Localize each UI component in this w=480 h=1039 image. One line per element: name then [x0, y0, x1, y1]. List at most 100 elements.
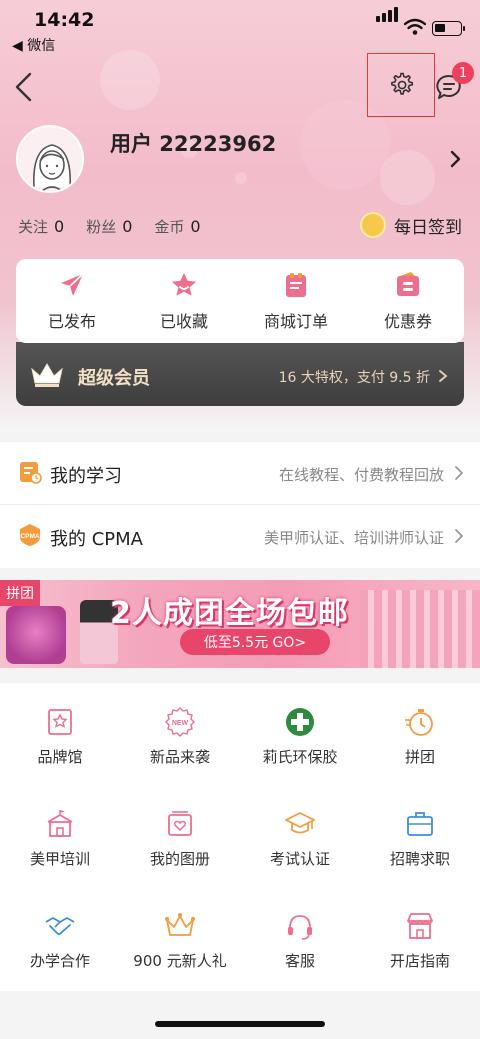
grid-item-shop-guide[interactable]: 开店指南: [360, 889, 480, 991]
grid-item-brand-hall[interactable]: 品牌馆: [0, 685, 120, 787]
grid-item-label: 开店指南: [389, 951, 450, 970]
album-icon: [168, 810, 192, 836]
grid-item-exam-cert[interactable]: 考试认证: [240, 787, 360, 889]
vip-description: 16 大特权，支付 9.5 折: [278, 370, 430, 386]
stat-label: 粉丝: [86, 218, 117, 236]
chevron-right-icon: [439, 370, 448, 382]
grid-item-label: 拼团: [404, 747, 435, 766]
list-item-my-study[interactable]: 我的学习 在线教程、付费教程回放: [0, 442, 480, 505]
stat-value: 0: [54, 217, 65, 236]
username: 用户 22223962: [110, 132, 277, 156]
gear-icon: [391, 72, 414, 95]
coupons-label: 优惠券: [383, 312, 432, 331]
crown-icon: [165, 912, 195, 936]
settings-button[interactable]: [367, 53, 435, 117]
coin-icon: [360, 212, 386, 238]
grid-item-label: 办学合作: [29, 951, 90, 970]
daily-checkin-button[interactable]: 每日签到: [360, 212, 462, 238]
briefcase-icon: [407, 811, 433, 836]
grid-item-label: 新品来袭: [149, 747, 210, 766]
grid-item-label: 莉氏环保胶: [262, 747, 338, 766]
new-badge-icon: NEW: [165, 706, 195, 737]
banner-decor-shelf: [360, 590, 480, 668]
banner-headline: 2人成团全场包邮: [110, 596, 349, 631]
study-icon: [20, 462, 42, 484]
banner-gel-jar-image: [6, 606, 66, 664]
grid-item-nail-training[interactable]: 美甲培训: [0, 787, 120, 889]
favorites-label: 已收藏: [159, 312, 208, 331]
battery-icon: [432, 21, 465, 36]
grid-item-new-arrivals[interactable]: NEW 新品来袭: [120, 685, 240, 787]
grid-item-school-partner[interactable]: 办学合作: [0, 889, 120, 991]
vip-title: 超级会员: [78, 368, 150, 389]
grid-item-label: 900 元新人礼: [133, 951, 227, 970]
group-buy-banner[interactable]: 拼团 2人成团全场包邮 低至5.5元 GO>: [0, 580, 480, 668]
grid-item-label: 客服: [284, 951, 315, 970]
stat-following[interactable]: 关注 0: [18, 216, 64, 237]
list-item-title: 我的 CPMA: [50, 529, 143, 550]
grid-item-label: 考试认证: [269, 849, 330, 868]
grid-item-label: 我的图册: [149, 849, 210, 868]
stat-value: 0: [122, 217, 133, 236]
new-icon-text: NEW: [172, 720, 189, 727]
grid-item-label: 美甲培训: [29, 849, 90, 868]
back-to-wechat-link[interactable]: ◀ 微信: [12, 35, 55, 55]
checkin-label: 每日签到: [394, 217, 462, 238]
feature-list: 我的学习 在线教程、付费教程回放 CPMA 我的 CPMA 美甲师认证、培训讲师…: [0, 442, 480, 568]
published-label: 已发布: [47, 312, 96, 331]
status-time: 14:42: [34, 9, 95, 31]
stopwatch-icon: [405, 708, 433, 736]
back-arrow-icon[interactable]: [12, 70, 36, 104]
grid-item-jobs[interactable]: 招聘求职: [360, 787, 480, 889]
grid-item-eco-gel[interactable]: 莉氏环保胶: [240, 685, 360, 787]
crown-icon: [31, 363, 63, 387]
published-button[interactable]: 已发布: [16, 259, 128, 343]
home-indicator[interactable]: [155, 1021, 325, 1027]
grid-item-label: 品牌馆: [37, 747, 83, 766]
avatar[interactable]: [16, 125, 84, 193]
wifi-icon: [404, 18, 426, 35]
send-icon: [61, 273, 84, 296]
grid-item-newcomer-gift[interactable]: 900 元新人礼: [120, 889, 240, 991]
star-icon: [172, 273, 196, 296]
coupon-icon: [397, 272, 419, 296]
headset-icon: [288, 914, 312, 940]
profile-stats: 关注 0 粉丝 0 金币 0: [18, 216, 201, 237]
favorites-button[interactable]: 已收藏: [128, 259, 240, 343]
grid-item-customer-service[interactable]: 客服: [240, 889, 360, 991]
mall-orders-label: 商城订单: [263, 312, 328, 331]
grid-item-group-buy[interactable]: 拼团: [360, 685, 480, 787]
stat-label: 金币: [154, 218, 185, 236]
brand-hall-icon: [48, 708, 72, 735]
list-item-title: 我的学习: [50, 466, 122, 487]
banner-tag: 拼团: [0, 580, 40, 606]
super-vip-bar[interactable]: 超级会员 16 大特权，支付 9.5 折: [16, 342, 464, 406]
plus-cross-icon: [286, 707, 314, 736]
school-icon: [47, 809, 73, 837]
cpma-icon: CPMA: [20, 524, 40, 546]
chevron-right-icon: [455, 466, 464, 480]
chevron-right-icon[interactable]: [448, 150, 462, 168]
chevron-right-icon: [455, 529, 464, 543]
coupons-button[interactable]: 优惠券: [352, 259, 464, 343]
list-item-my-cpma[interactable]: CPMA 我的 CPMA 美甲师认证、培训讲师认证: [0, 505, 480, 568]
order-card: 已发布 已收藏 商城订单 优惠券: [16, 259, 464, 343]
stat-label: 关注: [18, 218, 49, 236]
stat-coins[interactable]: 金币 0: [154, 216, 200, 237]
list-item-desc: 在线教程、付费教程回放: [278, 466, 444, 484]
banner-cta[interactable]: 低至5.5元 GO>: [180, 629, 330, 655]
list-item-desc: 美甲师认证、培训讲师认证: [263, 529, 444, 547]
grid-item-my-album[interactable]: 我的图册: [120, 787, 240, 889]
order-icon: [286, 273, 306, 297]
mall-orders-button[interactable]: 商城订单: [240, 259, 352, 343]
graduation-cap-icon: [285, 811, 315, 833]
status-bar: 14:42 ◀ 微信: [0, 0, 480, 56]
cpma-icon-text: CPMA: [20, 533, 39, 540]
shop-icon: [407, 912, 433, 939]
stat-fans[interactable]: 粉丝 0: [86, 216, 132, 237]
grid-item-label: 招聘求职: [389, 849, 450, 868]
message-count-badge: 1: [452, 62, 474, 84]
handshake-icon: [45, 916, 75, 935]
service-grid: 品牌馆 NEW 新品来袭 莉氏环保胶 拼团 美甲培训 我的图册 考试认证 招聘求…: [0, 683, 480, 991]
stat-value: 0: [190, 217, 201, 236]
